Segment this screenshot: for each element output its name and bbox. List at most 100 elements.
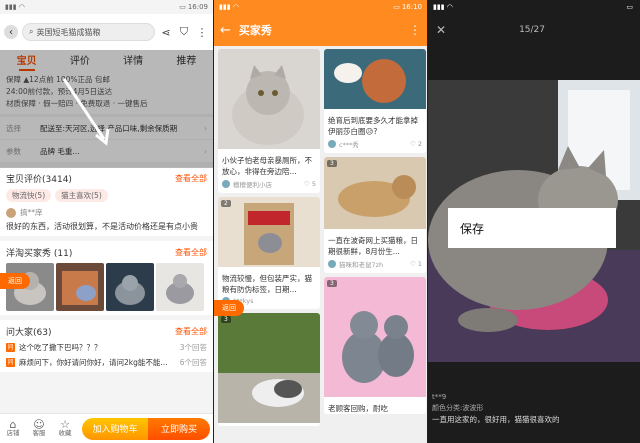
buy-now-button[interactable]: 立即购买 <box>148 417 210 440</box>
qa-question: 这个吃了撒下巴吗？？？ <box>19 343 102 352</box>
chevron-right-icon: › <box>204 146 207 156</box>
buyer-photo-thumb[interactable] <box>56 263 104 311</box>
back-float-button[interactable]: 返回 <box>214 300 244 316</box>
swipe-arrow-icon <box>62 78 110 146</box>
buyer-show-screen: ▮▮▮ ◠ ▭ 16:10 ← 买家秀 ⋮ 小伙子怕老母亲暴厕所，不放心，非得在旁… <box>214 0 427 443</box>
question-icon: 问 <box>6 358 15 367</box>
review-text: 很好的东西，活动很划算，不是活动价格还是有点小贵 <box>6 222 198 231</box>
chevron-right-icon: › <box>204 123 207 133</box>
status-time: 16:10 <box>401 3 422 11</box>
photo-count-badge: 2 <box>221 200 231 207</box>
buyer-show-more-link[interactable]: 查看全部 <box>175 247 207 258</box>
search-input[interactable]: ⌕ 英国短毛猫成猫粮 <box>22 23 155 41</box>
tab-reviews[interactable]: 评价 <box>70 52 90 67</box>
status-bar: ▮▮▮ ◠ ▭ 16:10 <box>214 0 427 14</box>
viewer-header: ✕ 15/27 <box>428 14 640 46</box>
post-card[interactable]: 绝育后到底要多久才能拿掉伊丽莎白圈😥? c***秀 ♡ 2 <box>324 49 426 153</box>
star-icon: ☆ <box>60 417 70 431</box>
question-icon: 问 <box>6 343 15 352</box>
review-tag[interactable]: 猫主喜欢(5) <box>55 189 108 202</box>
review-tag[interactable]: 物流快(5) <box>6 189 52 202</box>
share-icon[interactable]: ⋖ <box>159 26 173 39</box>
like-icon[interactable]: ♡ <box>304 180 310 188</box>
battery-icon: ▭ <box>393 3 400 11</box>
post-user: c***秀 <box>339 141 359 149</box>
tab-item[interactable]: 宝贝 <box>17 52 37 71</box>
add-to-cart-button[interactable]: 加入购物车 <box>82 417 148 440</box>
like-icon[interactable]: ♡ <box>410 140 416 148</box>
post-photo <box>218 313 320 423</box>
back-icon[interactable]: ‹ <box>4 25 18 39</box>
reviews-section: 宝贝评价(3414) 查看全部 物流快(5) 猫主喜欢(5) 搞**庠 很好的东… <box>0 167 213 236</box>
photo-counter: 15/27 <box>519 25 545 35</box>
close-icon[interactable]: ✕ <box>436 23 446 37</box>
post-photo <box>218 49 320 149</box>
photo-count-badge: 3 <box>327 280 337 287</box>
signal-icon: ▮▮▮ ◠ <box>433 3 453 11</box>
qa-question: 麻烦问下，你好请问你好，请问2kg能不能... <box>19 358 168 367</box>
back-float-button[interactable]: 返回 <box>0 273 30 289</box>
like-count: 5 <box>311 180 316 188</box>
post-text: 一直在波奇网上买猫粮，日期很新鲜，8月份生... <box>328 236 418 256</box>
qa-item[interactable]: 问 这个吃了撒下巴吗？？？ 3个回答 <box>6 342 207 353</box>
avatar <box>6 207 16 218</box>
photo-count-badge: 3 <box>327 160 337 167</box>
post-text: 小伙子怕老母亲暴厕所，不放心，非得在旁边陪... <box>222 156 312 176</box>
post-card[interactable]: 2 物流较慢，但包装严实，猫粮有防伪标签，日期... ***kys <box>218 197 320 309</box>
more-icon[interactable]: ⋮ <box>195 26 209 39</box>
buyer-photo-thumb[interactable] <box>106 263 154 311</box>
buyer-photo-thumb[interactable] <box>156 263 204 311</box>
post-card[interactable]: 3 <box>218 313 320 426</box>
service-label: 客服 <box>32 428 46 437</box>
post-user: 檀檀便利小店 <box>233 181 272 189</box>
tab-recommend[interactable]: 推荐 <box>176 52 196 67</box>
chat-icon: ☺ <box>33 417 45 431</box>
avatar <box>222 180 230 188</box>
shop-icon: ⌂ <box>9 417 17 431</box>
post-card[interactable]: 3 一直在波奇网上买猫粮，日期很新鲜，8月份生... 猫咪和老鼠7zh ♡ 1 <box>324 157 426 273</box>
product-tabs: 宝贝 评价 详情 推荐 <box>0 50 213 71</box>
post-text: 物流较慢，但包装严实，猫粮有防伪标签，日期... <box>222 274 312 294</box>
bottom-action-bar: ⌂ 店铺 ☺ 客服 ☆ 收藏 加入购物车 立即购买 <box>0 413 213 443</box>
page-title: 买家秀 <box>238 24 272 37</box>
header: ← 买家秀 ⋮ <box>214 14 427 46</box>
back-arrow-icon[interactable]: ← <box>220 23 231 38</box>
photo-count-badge: 3 <box>221 316 231 323</box>
status-bar: ▮▮▮ ◠ ▭ 16:09 <box>0 0 213 14</box>
buyer-show-section: 洋淘买家秀 (11) 查看全部 返回 <box>0 241 213 315</box>
tab-details[interactable]: 详情 <box>123 52 143 67</box>
signal-icon: ▮▮▮ ◠ <box>219 3 239 11</box>
photo-caption: t**9 颜色分类:波波形 一直用这家的，很好用，猫猫很喜欢的 <box>432 392 637 425</box>
shop-button[interactable]: ⌂ 店铺 <box>0 417 26 438</box>
reviews-more-link[interactable]: 查看全部 <box>175 173 207 184</box>
cart-icon[interactable]: ⛉ <box>177 25 191 39</box>
post-photo <box>324 277 426 397</box>
right-column: 绝育后到底要多久才能拿掉伊丽莎白圈😥? c***秀 ♡ 2 3 一直在波奇网上买… <box>324 49 426 426</box>
post-text: 老顾客回购，耐吃 <box>328 404 388 413</box>
caption-category: 颜色分类:波波形 <box>432 404 484 412</box>
like-count: 1 <box>417 260 422 268</box>
avatar <box>328 260 336 268</box>
shop-label: 店铺 <box>6 428 20 437</box>
battery-icon: ▭ <box>179 3 186 11</box>
post-card[interactable]: 小伙子怕老母亲暴厕所，不放心，非得在旁边陪... 檀檀便利小店 ♡ 5 <box>218 49 320 193</box>
qa-item[interactable]: 问 麻烦问下，你好请问你好，请问2kg能不能... 6个回答 <box>6 357 207 368</box>
status-time: 16:09 <box>187 3 208 11</box>
option-key: 选择 <box>6 123 21 133</box>
qa-more-link[interactable]: 查看全部 <box>175 326 207 337</box>
more-icon[interactable]: ⋮ <box>409 23 421 37</box>
caption-user: t**9 <box>432 393 447 401</box>
qa-title: 问大家(63) <box>6 327 52 338</box>
save-menu-option[interactable]: 保存 <box>448 208 616 248</box>
signal-icon: ▮▮▮ ◠ <box>5 3 25 11</box>
favorite-button[interactable]: ☆ 收藏 <box>52 417 78 438</box>
service-button[interactable]: ☺ 客服 <box>26 417 52 438</box>
post-photo <box>218 197 320 267</box>
caption-text: 一直用这家的，很好用，猫猫很喜欢的 <box>432 415 560 424</box>
qa-section: 问大家(63) 查看全部 问 这个吃了撒下巴吗？？？ 3个回答 问 麻烦问下，你… <box>0 320 213 372</box>
post-card[interactable]: 3 老顾客回购，耐吃 <box>324 277 426 414</box>
qa-count: 3个回答 <box>179 343 207 352</box>
like-icon[interactable]: ♡ <box>410 260 416 268</box>
battery-icon: ▭ <box>626 3 633 11</box>
status-bar: ▮▮▮ ◠ ▭ <box>428 0 640 14</box>
